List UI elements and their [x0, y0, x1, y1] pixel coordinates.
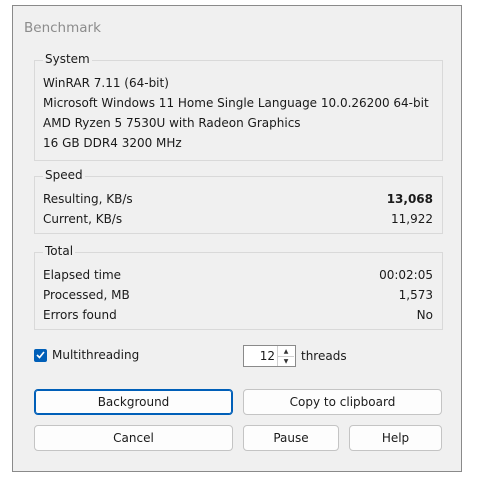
errors-found-label: Errors found	[43, 308, 117, 322]
checkmark-icon	[36, 351, 45, 359]
help-button[interactable]: Help	[349, 425, 442, 451]
processed-label: Processed, MB	[43, 288, 130, 302]
total-group-title: Total	[43, 244, 76, 258]
current-speed-label: Current, KB/s	[43, 212, 123, 226]
system-group-title: System	[43, 52, 92, 66]
speed-group-title: Speed	[43, 168, 85, 182]
checkbox-box[interactable]	[34, 348, 47, 362]
arrow-up-icon: ▲	[283, 347, 289, 355]
benchmark-dialog: Benchmark System WinRAR 7.11 (64-bit) Mi…	[12, 5, 462, 472]
multithreading-checkbox[interactable]: Multithreading	[34, 348, 139, 362]
dialog-title: Benchmark	[24, 20, 101, 36]
current-speed-value: 11,922	[391, 212, 433, 226]
spinner-down-button[interactable]: ▼	[278, 356, 294, 366]
speed-group: Speed Resulting, KB/s 13,068 Current, KB…	[34, 168, 443, 234]
threads-spinner[interactable]: 12 ▲ ▼	[243, 345, 296, 367]
threads-input[interactable]: 12	[244, 349, 275, 363]
background-button[interactable]: Background	[34, 389, 233, 415]
resulting-speed-value: 13,068	[386, 192, 433, 206]
multithreading-label: Multithreading	[52, 348, 140, 362]
arrow-down-icon: ▼	[283, 357, 289, 365]
spinner-buttons: ▲ ▼	[277, 346, 295, 366]
copy-to-clipboard-button[interactable]: Copy to clipboard	[243, 389, 442, 415]
elapsed-time-value: 00:02:05	[379, 268, 433, 282]
cancel-button[interactable]: Cancel	[34, 425, 233, 451]
title-bar[interactable]: Benchmark	[13, 6, 461, 44]
cpu-info: AMD Ryzen 5 7530U with Radeon Graphics	[43, 116, 301, 130]
threads-label: threads	[301, 349, 347, 363]
errors-found-value: No	[416, 308, 433, 322]
memory-info: 16 GB DDR4 3200 MHz	[43, 136, 182, 150]
os-info: Microsoft Windows 11 Home Single Languag…	[43, 96, 429, 110]
total-group: Total Elapsed time 00:02:05 Processed, M…	[34, 244, 443, 330]
pause-button[interactable]: Pause	[243, 425, 339, 451]
elapsed-time-label: Elapsed time	[43, 268, 122, 282]
winrar-version: WinRAR 7.11 (64-bit)	[43, 76, 169, 90]
system-group: System WinRAR 7.11 (64-bit) Microsoft Wi…	[34, 52, 443, 161]
processed-value: 1,573	[398, 288, 433, 302]
resulting-speed-label: Resulting, KB/s	[43, 192, 133, 206]
